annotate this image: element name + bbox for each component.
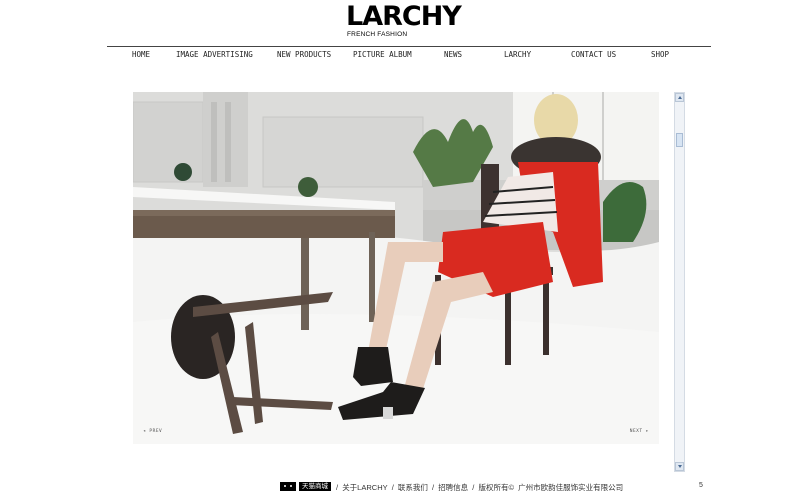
footer-separator: / (432, 483, 435, 492)
vertical-scrollbar[interactable] (674, 92, 685, 472)
tmall-cat-icon (280, 482, 296, 491)
nav-item-new-products[interactable]: NEW PRODUCTS (277, 50, 331, 59)
footer-separator: / (472, 483, 475, 492)
nav-item-home[interactable]: HOME (132, 50, 150, 59)
hero-photo[interactable]: ◂ PREV NEXT ▸ (133, 92, 659, 444)
chevron-up-icon (677, 96, 682, 99)
nav-item-contact-us[interactable]: CONTACT US (571, 50, 616, 59)
nav-item-news[interactable]: NEWS (444, 50, 462, 59)
footer-copyright: 版权所有© (478, 483, 514, 492)
page-number: 5 (699, 482, 703, 489)
header-divider (107, 46, 711, 47)
nav-item-image-advertising[interactable]: IMAGE ADVERTISING (176, 50, 253, 59)
nav-item-picture-album[interactable]: PICTURE ALBUM (353, 50, 412, 59)
scroll-up-button[interactable] (675, 93, 684, 102)
scroll-thumb[interactable] (676, 133, 683, 147)
tmall-label: 天猫商城 (299, 482, 331, 491)
site-footer: 天猫商城 / 关于LARCHY / 联系我们 / 招聘信息 / 版权所有© 广州… (280, 481, 700, 493)
tmall-link[interactable]: 天猫商城 (280, 482, 331, 491)
site-header: LARCHY FRENCH FASHION (0, 0, 800, 46)
footer-jobs-link[interactable]: 招聘信息 (438, 483, 468, 492)
footer-about-link[interactable]: 关于LARCHY (342, 483, 387, 492)
nav-item-larchy[interactable]: LARCHY (504, 50, 531, 59)
footer-links: / 关于LARCHY / 联系我们 / 招聘信息 / 版权所有© 广州市欧韵佳服… (336, 482, 625, 493)
brand-logo[interactable]: LARCHY FRENCH FASHION (346, 1, 476, 40)
chevron-down-icon (677, 465, 682, 468)
hero-prev-button[interactable]: ◂ PREV (143, 429, 162, 434)
footer-contact-link[interactable]: 联系我们 (398, 483, 428, 492)
hero-next-button[interactable]: NEXT ▸ (630, 429, 649, 434)
scroll-down-button[interactable] (675, 462, 684, 471)
logo-wordmark: LARCHY (346, 1, 462, 32)
footer-separator: / (336, 483, 339, 492)
main-nav: HOME IMAGE ADVERTISING NEW PRODUCTS PICT… (107, 50, 711, 62)
hero-photo-illustration (133, 92, 659, 444)
logo-tagline: FRENCH FASHION (347, 31, 408, 38)
footer-company: 广州市欧韵佳服饰实业有限公司 (518, 483, 624, 492)
nav-item-shop[interactable]: SHOP (651, 50, 669, 59)
footer-separator: / (391, 483, 394, 492)
